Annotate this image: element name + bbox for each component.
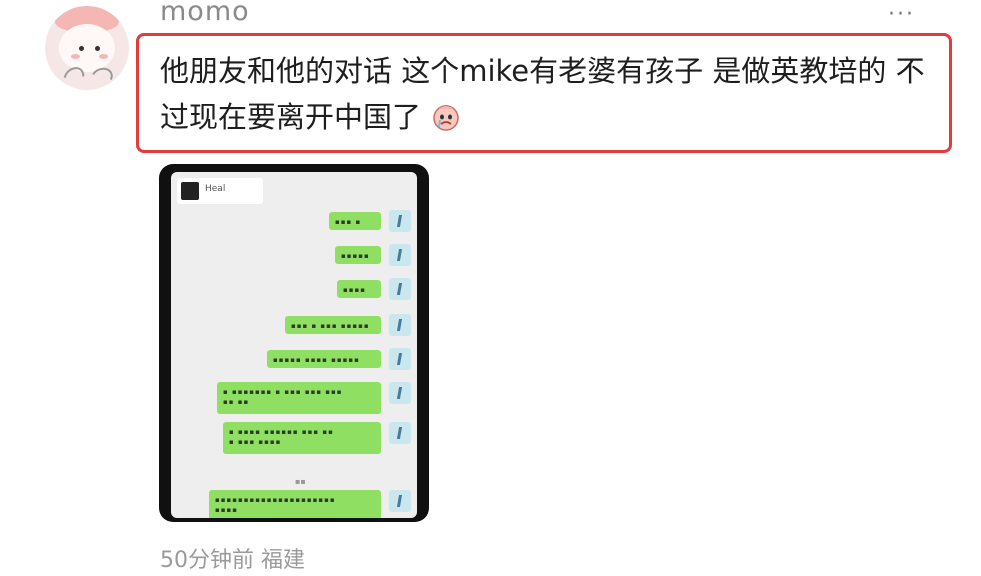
- chat-bubble: ▪▪▪▪▪▪▪▪▪▪▪▪▪▪▪▪▪▪▪▪▪ ▪▪▪▪: [209, 490, 381, 518]
- user-avatar[interactable]: [45, 6, 129, 90]
- avatar-cheek: [99, 54, 108, 59]
- more-options-icon[interactable]: ···: [888, 2, 915, 27]
- sender-avatar: [389, 244, 411, 266]
- crying-face-emoji-icon: [433, 105, 459, 131]
- chat-bubble: ▪ ▪▪▪▪▪▪▪ ▪ ▪▪▪ ▪▪▪ ▪▪▪ ▪▪ ▪▪: [217, 382, 381, 414]
- chat-app-icon: [181, 182, 199, 200]
- post-meta: 50分钟前 福建: [160, 548, 305, 573]
- chat-header: Heal: [177, 178, 263, 204]
- sender-avatar: [389, 422, 411, 444]
- sender-avatar: [389, 210, 411, 232]
- chat-contact-name: Heal: [205, 184, 226, 194]
- avatar-eye: [79, 46, 84, 51]
- sender-avatar: [389, 314, 411, 336]
- sender-avatar: [389, 382, 411, 404]
- chat-time-separator: ▪▪: [295, 477, 306, 486]
- post-text-body: 他朋友和他的对话 这个mike有老婆有孩子 是做英教培的 不过现在要离开中国了: [160, 54, 925, 134]
- chat-bubble: ▪▪▪▪▪ ▪▪▪▪ ▪▪▪▪▪: [267, 350, 381, 368]
- sender-avatar: [389, 348, 411, 370]
- chat-bubble: ▪▪▪ ▪ ▪▪▪: [329, 212, 381, 230]
- chat-bubble: ▪▪▪ ▪ ▪▪▪ ▪▪▪▪▪: [285, 316, 381, 334]
- chat-bubble: ▪▪▪▪: [337, 280, 381, 298]
- sender-avatar: [389, 490, 411, 512]
- avatar-cheek: [71, 54, 80, 59]
- chat-bubble: ▪ ▪▪▪▪ ▪▪▪▪▪▪ ▪▪▪ ▪▪ ▪ ▪▪▪ ▪▪▪▪: [223, 422, 381, 454]
- username[interactable]: momo: [160, 0, 250, 27]
- chat-screen: Heal ▪▪▪ ▪ ▪▪▪ ▪▪ ▪▪▪ ▪ ▪▪▪ ▪ ▪▪ ▪ ▪▪▪ ▪▪ ▪▪…: [171, 172, 417, 518]
- chat-bubble: ▪▪▪▪▪: [335, 246, 381, 264]
- chat-screenshot-image[interactable]: Heal ▪▪▪ ▪ ▪▪▪ ▪▪ ▪▪▪ ▪ ▪▪▪ ▪ ▪▪ ▪ ▪▪▪ ▪▪ ▪▪…: [159, 164, 429, 522]
- post-text: 他朋友和他的对话 这个mike有老婆有孩子 是做英教培的 不过现在要离开中国了: [160, 48, 935, 140]
- avatar-face: [59, 24, 115, 72]
- avatar-eye: [95, 46, 100, 51]
- sender-avatar: [389, 278, 411, 300]
